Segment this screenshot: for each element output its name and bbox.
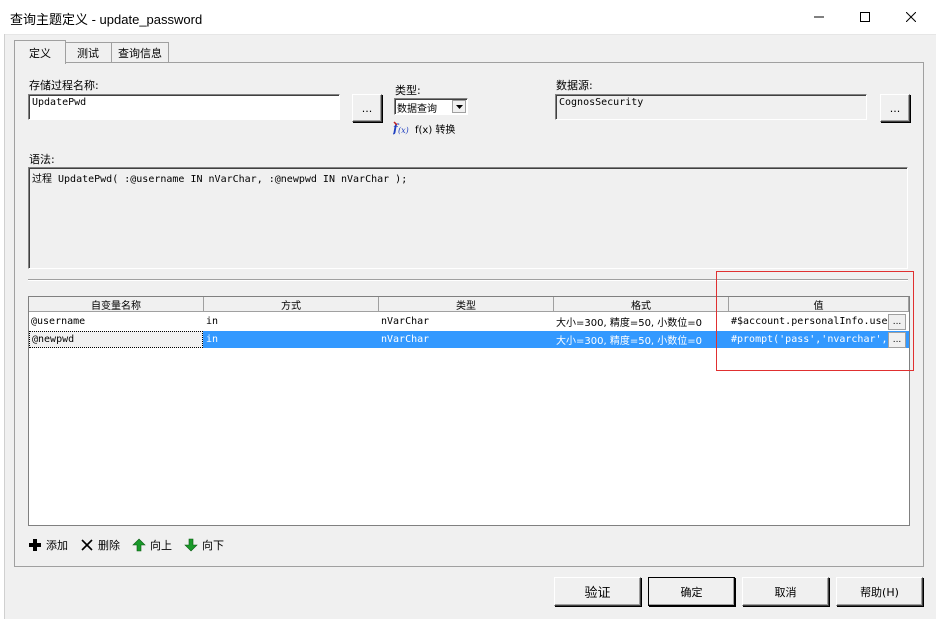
- move-up-button[interactable]: 向上: [132, 537, 172, 553]
- window-title: 查询主题定义 - update_password: [10, 12, 203, 27]
- svg-text:(x): (x): [398, 126, 409, 135]
- cell-name[interactable]: @username: [29, 313, 204, 330]
- ok-button[interactable]: 确定: [648, 577, 735, 606]
- cell-type[interactable]: nVarChar: [379, 331, 554, 348]
- help-button[interactable]: 帮助(H): [836, 577, 923, 606]
- add-button[interactable]: 添加: [28, 537, 68, 553]
- cell-format[interactable]: 大小=300, 精度=50, 小数位=0: [554, 313, 729, 330]
- validate-button[interactable]: 验证: [554, 577, 641, 606]
- highlight-box: [716, 271, 914, 371]
- close-button[interactable]: [888, 0, 934, 34]
- datasource-label: 数据源:: [556, 79, 593, 92]
- datasource-field: CognosSecurity: [555, 94, 867, 120]
- maximize-icon: [860, 12, 870, 22]
- dropdown-arrow-icon[interactable]: [452, 100, 466, 113]
- title-bar: 查询主题定义 - update_password: [0, 0, 936, 35]
- close-icon: [906, 12, 916, 22]
- cell-mode[interactable]: in: [204, 331, 379, 348]
- cell-mode[interactable]: in: [204, 313, 379, 330]
- delete-x-icon: [81, 539, 93, 551]
- column-header-type[interactable]: 类型: [379, 297, 554, 312]
- move-down-button[interactable]: 向下: [184, 537, 224, 553]
- type-select[interactable]: 数据查询: [394, 98, 468, 115]
- column-header-name[interactable]: 自变量名称: [29, 297, 204, 312]
- left-edge: [0, 34, 5, 619]
- minimize-icon: [814, 16, 824, 18]
- tab-definition[interactable]: 定义: [14, 40, 66, 64]
- arrow-down-icon: [184, 538, 198, 552]
- plus-icon: [29, 539, 41, 551]
- cancel-button[interactable]: 取消: [742, 577, 829, 606]
- tab-test[interactable]: 测试: [64, 42, 112, 63]
- datasource-browse-button[interactable]: ...: [880, 94, 910, 122]
- fx-convert-link[interactable]: f (x) f(x) 转换: [393, 120, 455, 136]
- type-label: 类型:: [395, 84, 421, 97]
- minimize-button[interactable]: [796, 0, 842, 34]
- proc-name-input[interactable]: UpdatePwd: [28, 94, 340, 120]
- column-header-format[interactable]: 格式: [554, 297, 729, 312]
- syntax-field: 过程 UpdatePwd( :@username IN nVarChar, :@…: [28, 167, 908, 269]
- proc-name-label: 存储过程名称:: [29, 79, 99, 92]
- cell-type[interactable]: nVarChar: [379, 313, 554, 330]
- proc-browse-button[interactable]: ...: [352, 94, 382, 122]
- maximize-button[interactable]: [842, 0, 888, 34]
- fx-convert-label: f(x) 转换: [415, 124, 456, 136]
- column-header-mode[interactable]: 方式: [204, 297, 379, 312]
- cell-name[interactable]: @newpwd: [29, 331, 203, 348]
- function-icon: f (x): [393, 121, 409, 135]
- cell-format[interactable]: 大小=300, 精度=50, 小数位=0: [554, 331, 729, 348]
- type-select-value: 数据查询: [397, 104, 437, 115]
- arrow-up-icon: [132, 538, 146, 552]
- delete-button[interactable]: 删除: [80, 537, 120, 553]
- tab-query-info[interactable]: 查询信息: [111, 42, 169, 63]
- syntax-label: 语法:: [29, 153, 55, 166]
